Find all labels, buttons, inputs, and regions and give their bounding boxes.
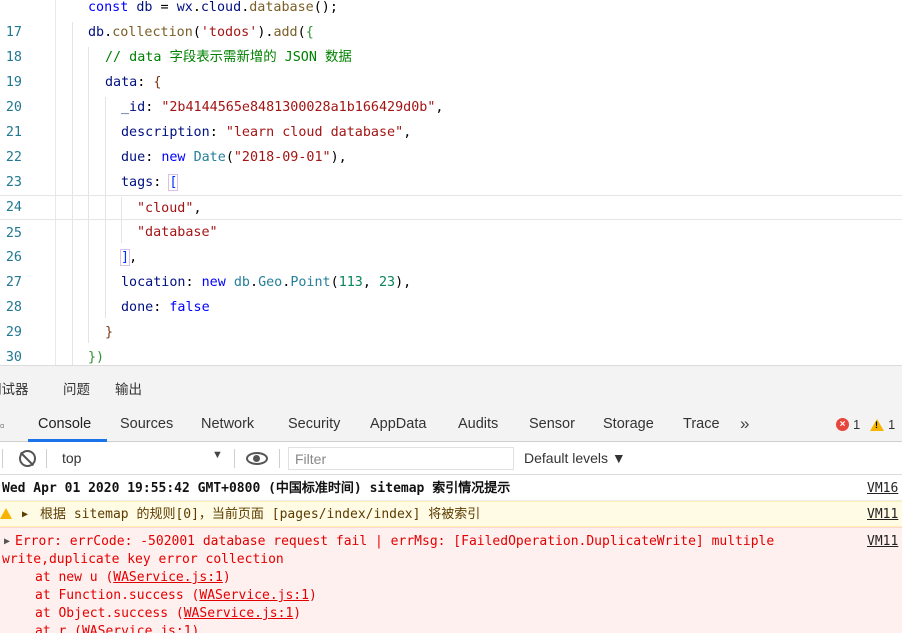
code-line: 29 done: false [0, 295, 902, 340]
code-text: ], [119, 249, 138, 266]
stack-link[interactable]: WAService.js:1 [82, 624, 192, 633]
code-text: tags: [ [121, 174, 179, 191]
console-error-message: ▶ Error: errCode: -502001 database reque… [0, 527, 902, 633]
tab-problems[interactable]: 问题 [63, 378, 90, 398]
inspect-icon[interactable]: ▫ [0, 418, 6, 432]
code-editor[interactable]: 17 const db = wx.cloud.database(); 18 db… [0, 0, 902, 365]
code-text: description: "learn cloud database", [121, 125, 412, 140]
code-line: 20 data: { [0, 70, 902, 115]
message-text: write,duplicate key error collection [2, 552, 284, 567]
code-text: _id: "2b4144565e8481300028a1b166429d0b", [121, 100, 444, 115]
code-line: 18 db.collection('todos').add({ [0, 20, 902, 65]
filter-input[interactable] [288, 447, 514, 470]
warning-count-badge[interactable]: ! 1 [870, 417, 895, 432]
tab-sensor[interactable]: Sensor [529, 416, 575, 432]
code-line: 31 }) [0, 345, 902, 365]
tab-security[interactable]: Security [288, 416, 340, 432]
eye-icon[interactable] [246, 452, 268, 465]
divider [234, 449, 235, 468]
console-warning-message: ▶ 根据 sitemap 的规则[0]，当前页面 [pages/index/in… [0, 501, 902, 527]
divider [279, 449, 280, 468]
tab-appdata[interactable]: AppData [370, 416, 426, 432]
code-text: db.collection('todos').add({ [88, 25, 314, 40]
code-line: 22 description: "learn cloud database", [0, 120, 902, 165]
tab-console[interactable]: Console [38, 416, 91, 432]
warning-icon: ! [870, 418, 884, 431]
log-levels-dropdown[interactable]: Default levels ▼ [524, 450, 626, 466]
more-tabs-icon[interactable]: » [740, 414, 749, 434]
stack-link[interactable]: WAService.js:1 [113, 570, 223, 585]
code-line: 17 const db = wx.cloud.database(); [0, 0, 902, 40]
devtools-tab-bar: ▫ Console Sources Network Security AppDa… [0, 408, 902, 442]
code-comment: // data 字段表示需新增的 JSON 数据 [105, 50, 352, 65]
tab-network[interactable]: Network [201, 416, 254, 432]
message-text: 根据 sitemap 的规则[0]，当前页面 [pages/index/inde… [40, 507, 481, 522]
expand-triangle-icon[interactable]: ▶ [4, 533, 10, 551]
devtools-panel: 调试器 问题 输出 ▫ Console Sources Network Secu… [0, 365, 902, 633]
code-line-current: 25 "cloud", [0, 195, 902, 241]
message-text: Wed Apr 01 2020 19:55:42 GMT+0800 (中国标准时… [2, 481, 511, 496]
code-line: 26 "database" [0, 220, 902, 265]
message-text: Error: errCode: -502001 database request… [15, 534, 775, 549]
stack-link[interactable]: WAService.js:1 [199, 588, 309, 603]
stack-frame: at Object.success (WAService.js:1) [35, 606, 302, 621]
code-line: 28 location: new db.Geo.Point(113, 23), [0, 270, 902, 315]
code-line: 21 _id: "2b4144565e8481300028a1b166429d0… [0, 95, 902, 140]
code-line: 23 due: new Date("2018-09-01"), [0, 145, 902, 190]
code-text: } [105, 325, 114, 340]
code-text: "database" [137, 225, 218, 240]
panel-tab-bar: 调试器 问题 输出 [0, 365, 902, 408]
tab-debugger[interactable]: 调试器 [0, 378, 29, 398]
source-link[interactable]: VM11 [867, 506, 898, 524]
code-line: 19 // data 字段表示需新增的 JSON 数据 [0, 45, 902, 90]
code-text: const db = wx.cloud.database(); [88, 0, 338, 15]
context-select[interactable]: top [56, 448, 226, 469]
tab-storage[interactable]: Storage [603, 416, 654, 432]
chevron-down-icon[interactable]: ▼ [212, 449, 223, 461]
stack-frame: at new u (WAService.js:1) [35, 570, 231, 585]
code-text: }) [88, 350, 105, 365]
clear-console-icon[interactable] [19, 450, 36, 467]
divider [46, 449, 47, 468]
code-line: 30 } [0, 320, 902, 365]
tab-audits[interactable]: Audits [458, 416, 498, 432]
stack-link[interactable]: WAService.js:1 [184, 606, 294, 621]
stack-frame: at Function.success (WAService.js:1) [35, 588, 317, 603]
tab-output[interactable]: 输出 [115, 378, 142, 398]
source-link[interactable]: VM16 [867, 480, 898, 498]
tab-trace[interactable]: Trace [683, 416, 720, 432]
error-icon: × [836, 418, 849, 431]
stack-frame: at r (WAService.js:1) [35, 623, 199, 633]
console-output: Wed Apr 01 2020 19:55:42 GMT+0800 (中国标准时… [0, 475, 902, 633]
code-text: location: new db.Geo.Point(113, 23), [121, 275, 412, 290]
code-line: 27 ], [0, 245, 902, 290]
code-text: "cloud", [137, 201, 202, 216]
code-line: 24 tags: [ [0, 170, 902, 215]
console-filter-bar: top ▼ Default levels ▼ [0, 442, 902, 475]
expand-triangle-icon[interactable]: ▶ [22, 506, 28, 524]
source-link[interactable]: VM11 [867, 533, 898, 551]
warning-icon [0, 508, 12, 519]
code-text: data: { [105, 75, 162, 90]
code-text: done: false [121, 300, 210, 315]
tab-sources[interactable]: Sources [120, 416, 173, 432]
code-text: due: new Date("2018-09-01"), [121, 150, 347, 165]
error-count-badge[interactable]: × 1 [836, 417, 860, 432]
divider [2, 449, 3, 468]
console-info-message: Wed Apr 01 2020 19:55:42 GMT+0800 (中国标准时… [0, 475, 902, 501]
